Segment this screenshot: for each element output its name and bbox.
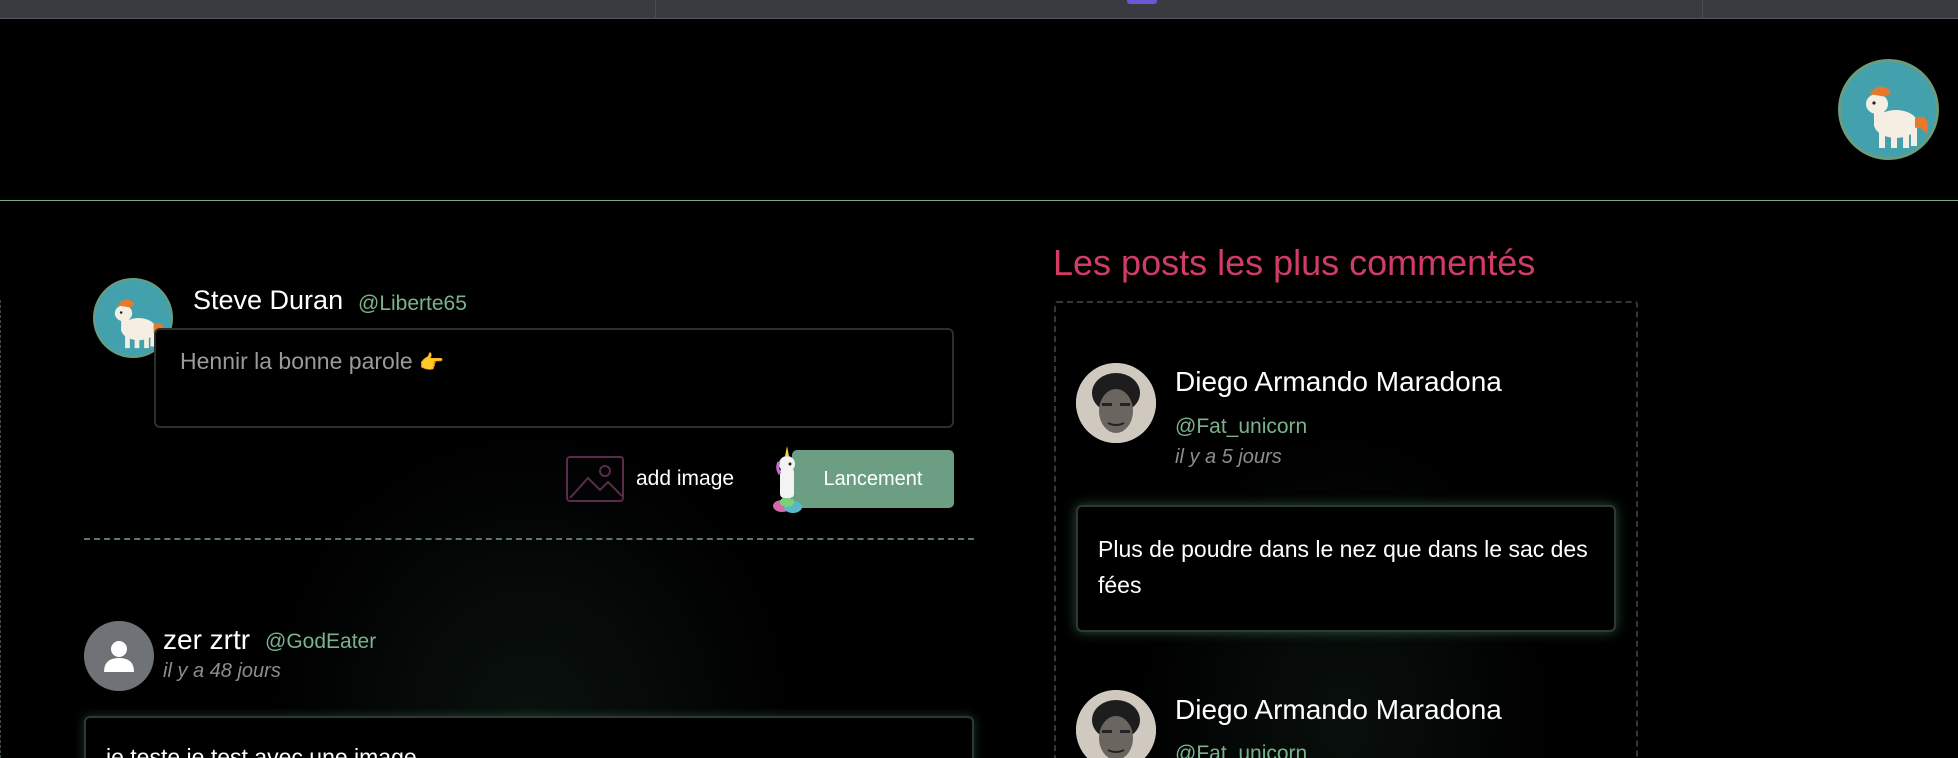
- composer-placeholder-text: Hennir la bonne parole: [180, 348, 413, 374]
- post-timestamp: il y a 48 jours: [163, 660, 281, 682]
- user-avatar-menu[interactable]: [1838, 59, 1939, 160]
- post-content: je teste je test avec une image: [106, 744, 417, 758]
- post-author-handle[interactable]: @GodEater: [265, 630, 376, 654]
- launch-post-button[interactable]: Lancement: [792, 450, 954, 508]
- sidebar-post-avatar[interactable]: [1076, 363, 1156, 443]
- post-card[interactable]: je teste je test avec une image: [84, 716, 974, 758]
- default-avatar[interactable]: [84, 621, 154, 691]
- portrait-photo-icon: [1076, 363, 1156, 443]
- sidebar-post-author-name[interactable]: Diego Armando Maradona: [1175, 366, 1502, 398]
- sidebar-post-author-handle[interactable]: @Fat_unicorn: [1175, 742, 1307, 758]
- left-panel-border: [0, 300, 1, 758]
- post-composer-input[interactable]: Hennir la bonne parole 👉: [154, 328, 954, 428]
- sidebar-post-author-name[interactable]: Diego Armando Maradona: [1175, 694, 1502, 726]
- composer-username: Steve Duran: [193, 285, 344, 315]
- add-image-button[interactable]: add image: [566, 455, 746, 503]
- user-silhouette-icon: [104, 641, 134, 672]
- unicorn-rainbow-icon: [766, 444, 810, 514]
- sidebar-post-card[interactable]: Plus de poudre dans le nez que dans le s…: [1076, 505, 1616, 632]
- browser-topbar: [0, 0, 1958, 19]
- topbar-tab-indicator: [1127, 0, 1157, 4]
- sidebar-post-content: Plus de poudre dans le nez que dans le s…: [1098, 536, 1588, 598]
- post-author-name[interactable]: zer zrtr: [163, 624, 250, 656]
- site-header: [0, 20, 1958, 201]
- pointing-hand-icon: 👉: [419, 352, 445, 374]
- topbar-divider: [1702, 0, 1703, 19]
- topbar-divider: [655, 0, 656, 19]
- image-icon: [566, 456, 624, 502]
- composer-handle: @Liberte65: [358, 292, 467, 315]
- sidebar-post-author-handle[interactable]: @Fat_unicorn: [1175, 415, 1307, 439]
- composer-placeholder: Hennir la bonne parole 👉: [180, 348, 444, 375]
- sidebar-post-timestamp: il y a 5 jours: [1175, 446, 1282, 468]
- most-commented-title: Les posts les plus commentés: [1053, 242, 1536, 283]
- composer-separator: [84, 538, 974, 540]
- add-image-label: add image: [636, 467, 735, 490]
